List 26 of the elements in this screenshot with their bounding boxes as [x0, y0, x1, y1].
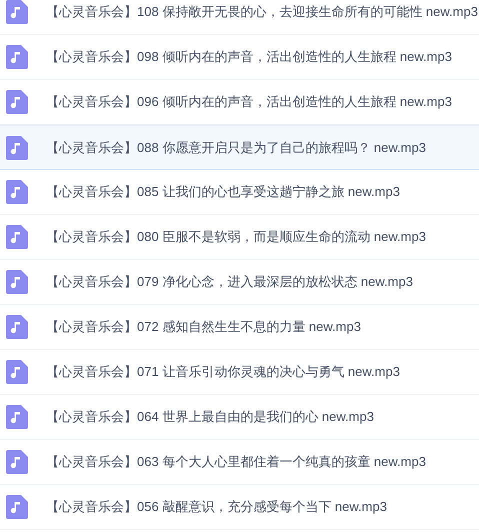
file-name: 【心灵音乐会】056 敲醒意识，充分感受每个当下 new.mp3: [46, 498, 387, 516]
file-row[interactable]: 【心灵音乐会】108 保持敞开无畏的心，去迎接生命所有的可能性 new.mp3: [0, 0, 479, 35]
music-file-icon: [6, 0, 28, 24]
music-file-icon: [6, 136, 28, 160]
music-file-icon: [6, 360, 28, 384]
music-file-icon: [6, 45, 28, 69]
music-file-icon: [6, 495, 28, 519]
file-name: 【心灵音乐会】080 臣服不是软弱，而是顺应生命的流动 new.mp3: [46, 228, 426, 246]
file-name: 【心灵音乐会】085 让我们的心也享受这趟宁静之旅 new.mp3: [46, 183, 400, 202]
file-name: 【心灵音乐会】079 净化心念，进入最深层的放松状态 new.mp3: [46, 273, 413, 292]
music-file-icon: [6, 225, 28, 249]
file-row[interactable]: 【心灵音乐会】088 你愿意开启只是为了自己的旅程吗？ new.mp3: [0, 125, 479, 170]
music-file-icon: [6, 90, 28, 114]
file-name: 【心灵音乐会】072 感知自然生生不息的力量 new.mp3: [46, 318, 361, 336]
music-file-icon: [6, 405, 28, 429]
file-name: 【心灵音乐会】088 你愿意开启只是为了自己的旅程吗？ new.mp3: [46, 138, 426, 157]
file-name: 【心灵音乐会】096 倾听内在的声音，活出创造性的人生旅程 new.mp3: [46, 93, 452, 112]
file-name: 【心灵音乐会】071 让音乐引动你灵魂的决心与勇气 new.mp3: [46, 363, 400, 382]
file-name: 【心灵音乐会】063 每个大人心里都住着一个纯真的孩童 new.mp3: [46, 453, 426, 472]
music-file-icon: [6, 450, 28, 474]
music-file-icon: [6, 270, 28, 294]
file-name: 【心灵音乐会】108 保持敞开无畏的心，去迎接生命所有的可能性 new.mp3: [46, 3, 478, 22]
music-file-icon: [6, 180, 28, 204]
music-file-icon: [6, 315, 28, 339]
file-name: 【心灵音乐会】098 倾听内在的声音，活出创造性的人生旅程 new.mp3: [46, 48, 452, 66]
file-name: 【心灵音乐会】064 世界上最自由的是我们的心 new.mp3: [46, 408, 374, 426]
